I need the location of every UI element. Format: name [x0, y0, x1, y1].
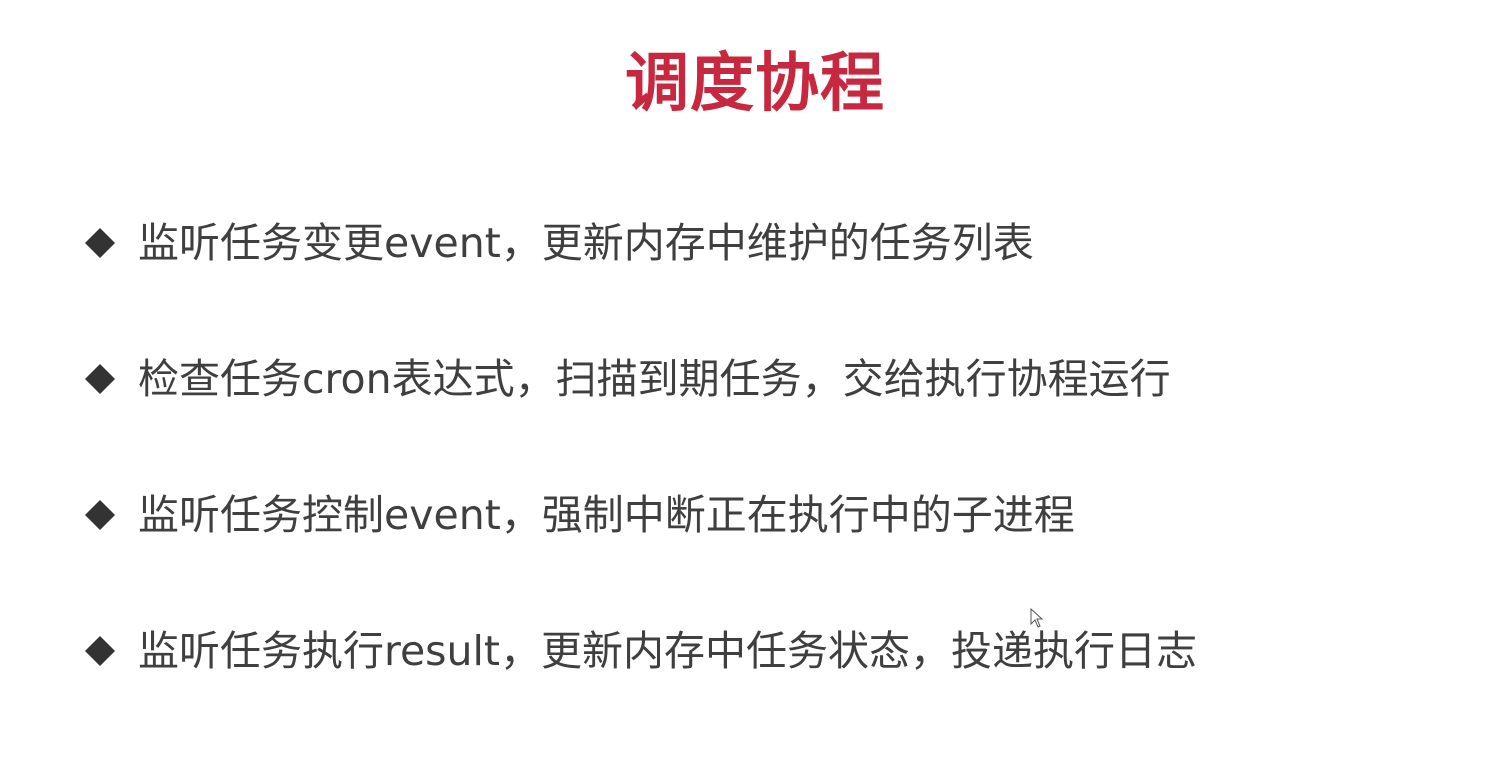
bullet-item: 监听任务执行result，更新内存中任务状态，投递执行日志 — [80, 616, 1420, 686]
diamond-bullet-icon — [80, 631, 120, 671]
bullet-item: 监听任务控制event，强制中断正在执行中的子进程 — [80, 480, 1420, 550]
bullet-item: 监听任务变更event，更新内存中维护的任务列表 — [80, 208, 1420, 278]
bullet-item: 检查任务cron表达式，扫描到期任务，交给执行协程运行 — [80, 344, 1420, 414]
diamond-bullet-icon — [80, 223, 120, 263]
bullet-list: 监听任务变更event，更新内存中维护的任务列表 检查任务cron表达式，扫描到… — [80, 208, 1420, 752]
slide-title: 调度协程 — [625, 47, 885, 121]
slide: 调度协程 监听任务变更event，更新内存中维护的任务列表 检查任务cron表达… — [0, 0, 1510, 770]
bullet-text: 检查任务cron表达式，扫描到期任务，交给执行协程运行 — [138, 355, 1171, 403]
diamond-bullet-icon — [80, 359, 120, 399]
diamond-bullet-icon — [80, 495, 120, 535]
mouse-pointer-icon — [1030, 608, 1044, 628]
bullet-text: 监听任务变更event，更新内存中维护的任务列表 — [138, 219, 1034, 267]
bullet-text: 监听任务控制event，强制中断正在执行中的子进程 — [138, 491, 1075, 539]
